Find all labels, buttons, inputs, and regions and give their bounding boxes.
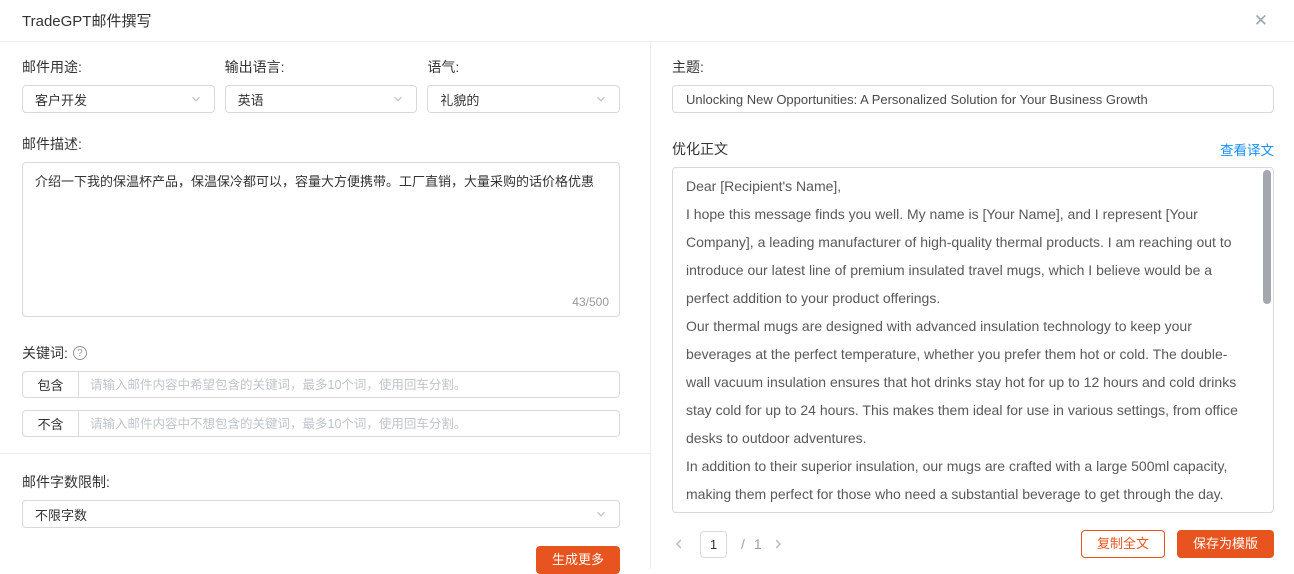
exclude-keywords-field: 不含 [22, 410, 620, 437]
description-label: 邮件描述: [22, 134, 620, 154]
keywords-header: 关键词: ? [22, 343, 620, 363]
next-page-icon[interactable] [771, 537, 785, 551]
email-paragraph: Dear [Recipient's Name], [686, 172, 1247, 200]
section-divider [0, 453, 650, 454]
result-footer: 1 / 1 复制全文 保存为模版 [672, 530, 1274, 558]
description-field: 介绍一下我的保温杯产品，保温保冷都可以，容量大方便携带。工厂直销，大量采购的话价… [22, 162, 620, 317]
optimized-body-label: 优化正文 [672, 139, 728, 159]
subject-input[interactable] [672, 85, 1274, 113]
close-icon[interactable]: ✕ [1250, 10, 1272, 31]
email-paragraph: I hope this message finds you well. My n… [686, 200, 1247, 312]
chevron-down-icon [392, 93, 404, 105]
word-limit-select[interactable]: 不限字数 [22, 500, 620, 528]
purpose-select-value: 客户开发 [35, 90, 87, 109]
purpose-label: 邮件用途: [22, 57, 215, 77]
prev-page-icon[interactable] [672, 537, 686, 551]
word-limit-section: 邮件字数限制: 不限字数 [22, 472, 620, 528]
tone-select-value: 礼貌的 [440, 90, 479, 109]
email-body-text: Dear [Recipient's Name],I hope this mess… [686, 172, 1247, 513]
help-icon[interactable]: ? [73, 346, 87, 360]
keywords-label: 关键词: [22, 343, 68, 363]
purpose-select[interactable]: 客户开发 [22, 85, 215, 113]
modal-header: TradeGPT邮件撰写 ✕ [0, 0, 1294, 42]
tone-field: 语气: 礼貌的 [427, 57, 620, 113]
include-keywords-field: 包含 [22, 371, 620, 398]
language-field: 输出语言: 英语 [225, 57, 418, 113]
char-counter: 43/500 [572, 295, 609, 309]
tone-label: 语气: [427, 57, 620, 77]
current-page-input[interactable]: 1 [700, 531, 727, 558]
email-paragraph: In addition to their superior insulation… [686, 452, 1247, 513]
email-body[interactable]: Dear [Recipient's Name],I hope this mess… [672, 167, 1274, 513]
total-pages: 1 [754, 536, 762, 552]
language-select[interactable]: 英语 [225, 85, 418, 113]
result-actions: 复制全文 保存为模版 [1081, 530, 1274, 558]
scrollbar-thumb[interactable] [1263, 170, 1271, 304]
description-textarea[interactable]: 介绍一下我的保温杯产品，保温保冷都可以，容量大方便携带。工厂直销，大量采购的话价… [23, 163, 619, 283]
email-paragraph: Our thermal mugs are designed with advan… [686, 312, 1247, 452]
word-limit-select-value: 不限字数 [35, 505, 87, 524]
select-row: 邮件用途: 客户开发 输出语言: 英语 语气: 礼貌的 [22, 57, 620, 113]
chevron-down-icon [595, 508, 607, 520]
tradegpt-email-compose-modal: TradeGPT邮件撰写 ✕ 邮件用途: 客户开发 输出语言: 英语 [0, 0, 1294, 570]
purpose-field: 邮件用途: 客户开发 [22, 57, 215, 113]
chevron-down-icon [595, 93, 607, 105]
description-section: 邮件描述: 介绍一下我的保温杯产品，保温保冷都可以，容量大方便携带。工厂直销，大… [22, 134, 620, 317]
subject-label: 主题: [672, 57, 1274, 77]
chevron-down-icon [190, 93, 202, 105]
save-as-template-button[interactable]: 保存为模版 [1177, 530, 1274, 558]
exclude-keywords-input[interactable] [79, 411, 619, 436]
modal-content: 邮件用途: 客户开发 输出语言: 英语 语气: 礼貌的 [0, 42, 1294, 569]
modal-title: TradeGPT邮件撰写 [22, 10, 151, 31]
body-header: 优化正文 查看译文 [672, 139, 1274, 159]
word-limit-label: 邮件字数限制: [22, 472, 620, 492]
language-label: 输出语言: [225, 57, 418, 77]
view-translation-link[interactable]: 查看译文 [1220, 139, 1274, 159]
include-label: 包含 [23, 372, 79, 397]
compose-form-panel: 邮件用途: 客户开发 输出语言: 英语 语气: 礼貌的 [0, 42, 651, 569]
copy-full-text-button[interactable]: 复制全文 [1081, 530, 1165, 558]
include-keywords-input[interactable] [79, 372, 619, 397]
tone-select[interactable]: 礼貌的 [427, 85, 620, 113]
language-select-value: 英语 [238, 90, 264, 109]
page-separator: / [741, 536, 745, 552]
result-panel: 主题: 优化正文 查看译文 Dear [Recipient's Name],I … [651, 42, 1294, 569]
exclude-label: 不含 [23, 411, 79, 436]
pagination: 1 / 1 [672, 531, 785, 558]
